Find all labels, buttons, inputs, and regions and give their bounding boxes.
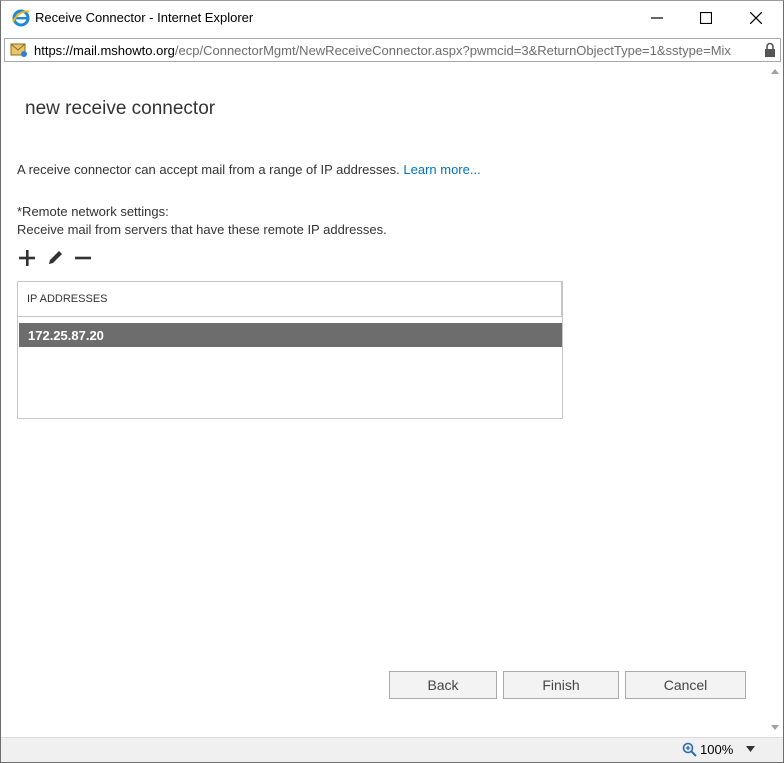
status-bar: 100% xyxy=(1,737,783,762)
title-bar: Receive Connector - Internet Explorer xyxy=(1,1,783,34)
back-button[interactable]: Back xyxy=(389,671,497,699)
close-button[interactable] xyxy=(731,1,781,34)
window-title: Receive Connector - Internet Explorer xyxy=(35,10,254,25)
chevron-down-icon[interactable] xyxy=(746,746,755,752)
zoom-icon[interactable] xyxy=(682,742,697,757)
ip-addresses-column-header[interactable]: IP ADDRESSES xyxy=(18,282,562,317)
intro-description: A receive connector can accept mail from… xyxy=(17,162,400,177)
remove-ip-button[interactable] xyxy=(73,249,93,267)
page-icon xyxy=(9,41,29,59)
remote-network-description: Receive mail from servers that have thes… xyxy=(17,222,387,237)
ip-address-list: IP ADDRESSES 172.25.87.20 xyxy=(17,281,563,419)
ie-logo-icon xyxy=(11,8,31,28)
remote-network-label: *Remote network settings: xyxy=(17,204,169,219)
finish-button[interactable]: Finish xyxy=(503,671,619,699)
vertical-scrollbar[interactable] xyxy=(767,65,783,737)
address-bar[interactable]: https://mail.mshowto.org/ecp/ConnectorMg… xyxy=(4,38,781,62)
zoom-level[interactable]: 100% xyxy=(700,742,733,757)
browser-window: Receive Connector - Internet Explorer ht… xyxy=(0,0,784,763)
minus-icon xyxy=(75,256,91,260)
dialog-content: new receive connector A receive connecto… xyxy=(1,65,767,737)
add-ip-button[interactable] xyxy=(17,249,37,267)
cancel-button[interactable]: Cancel xyxy=(625,671,746,699)
edit-ip-button[interactable] xyxy=(45,249,65,267)
maximize-button[interactable] xyxy=(681,1,731,34)
learn-more-link[interactable]: Learn more... xyxy=(403,162,480,177)
pencil-icon xyxy=(49,251,62,264)
address-url[interactable]: https://mail.mshowto.org/ecp/ConnectorMg… xyxy=(34,43,762,58)
intro-text: A receive connector can accept mail from… xyxy=(17,162,481,177)
ip-address-row[interactable]: 172.25.87.20 xyxy=(19,323,562,347)
scroll-down-arrow-icon[interactable] xyxy=(771,725,779,730)
minimize-button[interactable] xyxy=(632,1,682,34)
url-path: /ecp/ConnectorMgmt/NewReceiveConnector.a… xyxy=(174,43,731,58)
page-title: new receive connector xyxy=(25,98,216,119)
lock-icon[interactable] xyxy=(764,42,776,58)
plus-icon xyxy=(19,250,35,266)
url-domain: mail.mshowto.org xyxy=(73,43,175,58)
close-icon xyxy=(750,11,762,24)
maximize-icon xyxy=(700,11,712,24)
minimize-icon xyxy=(651,16,663,19)
scroll-up-arrow-icon[interactable] xyxy=(771,69,779,74)
url-scheme: https:// xyxy=(34,43,74,58)
